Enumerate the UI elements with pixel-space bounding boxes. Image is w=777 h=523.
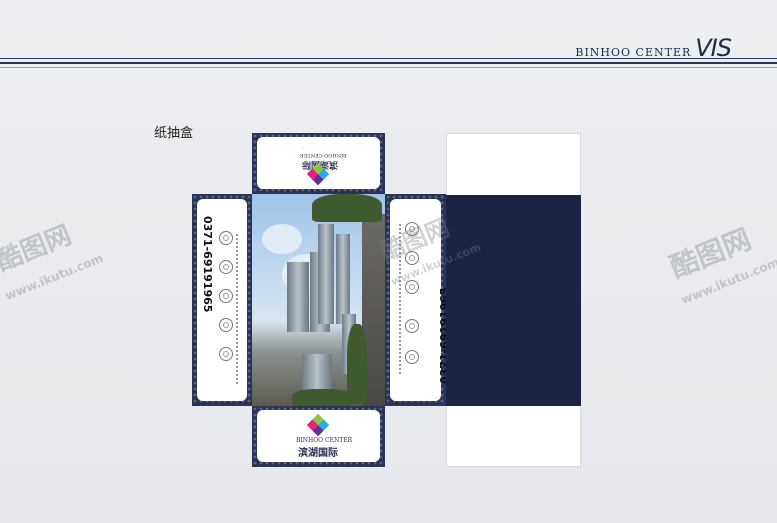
top-flap-brand-en: BINHOO CENTER	[300, 152, 347, 158]
section-title: 纸抽盒	[154, 126, 194, 141]
badge-icon	[219, 289, 233, 303]
badge-icon	[219, 260, 233, 274]
header-rule-thin	[0, 67, 777, 68]
left-phone-number: 0371-69191965	[201, 216, 214, 313]
brand-header: BINHOO CENTER VIS	[575, 34, 732, 62]
badge-icon	[219, 347, 233, 361]
header-rule-bottom	[0, 62, 777, 64]
inner-box-navy-band	[446, 195, 581, 406]
fine-print	[236, 234, 238, 384]
badge-icon	[219, 318, 233, 332]
badge-icon	[219, 231, 233, 245]
brand-suffix: VIS	[695, 34, 732, 62]
building-photo	[252, 194, 385, 406]
bottom-flap-brand-cn: 滨湖国际	[298, 448, 338, 459]
badge-icon	[405, 319, 419, 333]
top-flap: · BINHOO CENTER 滨湖国际	[252, 133, 385, 194]
bottom-flap-brand-en: BINHOO CENTER	[296, 437, 353, 444]
bottom-flap: BINHOO CENTER 滨湖国际	[252, 406, 385, 467]
badge-icon	[405, 350, 419, 364]
left-side-panel: 0371-69191965	[192, 194, 252, 406]
brand-name: BINHOO CENTER	[575, 46, 692, 59]
